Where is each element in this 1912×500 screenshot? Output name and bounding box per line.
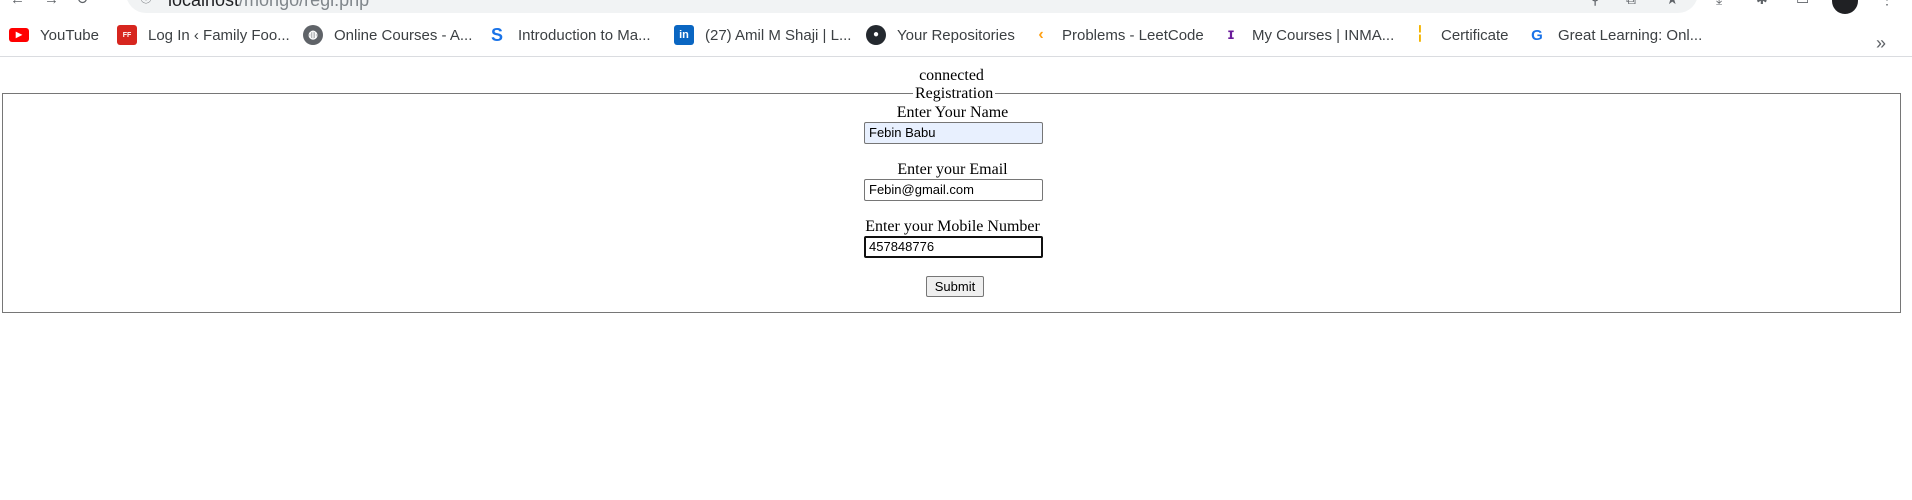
url-text[interactable]: localhost/mongo/regi.php [168, 0, 369, 10]
bookmark-label: Log In ‹ Family Foo... [148, 26, 290, 44]
registration-legend: Registration [913, 85, 996, 103]
bookmark-youtube[interactable]: ▶ YouTube [9, 24, 99, 46]
bookmark-online-courses[interactable]: ◍ Online Courses - A... [303, 24, 472, 46]
page-content: connected Registration Enter Your Name F… [0, 58, 1912, 500]
bookmark-label: YouTube [40, 26, 99, 44]
share-icon[interactable]: ⧉ [1626, 0, 1636, 6]
site-info-icon[interactable]: ⓘ [140, 0, 152, 4]
download-icon[interactable]: ⤓ [1716, 0, 1722, 6]
bar-chart-icon: ╎ [1415, 26, 1425, 43]
star-icon[interactable]: ★ [1666, 0, 1679, 6]
github-icon: ● [866, 25, 886, 45]
bookmark-certificate[interactable]: ╎ Certificate [1410, 24, 1509, 46]
linkedin-icon: in [674, 25, 694, 45]
inmakes-icon: ɪ [1227, 26, 1235, 43]
bookmark-introduction[interactable]: S Introduction to Ma... [487, 24, 651, 46]
s-logo-icon: S [490, 25, 503, 45]
bookmark-label: Introduction to Ma... [518, 26, 651, 44]
bookmark-label: My Courses | INMA... [1252, 26, 1395, 44]
bookmark-label: Online Courses - A... [334, 26, 473, 44]
bookmark-linkedin[interactable]: in (27) Amil M Shaji | L... [674, 24, 851, 46]
bookmark-family-food[interactable]: FF Log In ‹ Family Foo... [117, 24, 290, 46]
name-input[interactable]: Febin Babu [864, 122, 1043, 144]
bookmark-great-learning[interactable]: G Great Learning: Onl... [1527, 24, 1702, 46]
bookmark-label: Great Learning: Onl... [1558, 26, 1703, 44]
mobile-input[interactable]: 457848776 [864, 236, 1043, 258]
forward-arrow-icon[interactable]: → [44, 0, 59, 8]
email-input[interactable]: Febin@gmail.com [864, 179, 1043, 201]
name-label: Enter Your Name [896, 104, 1009, 121]
extensions-icon[interactable]: ✱ [1756, 0, 1768, 6]
reload-icon[interactable]: ↻ [76, 0, 89, 8]
globe-icon: ◍ [303, 25, 323, 45]
bookmark-inmakes[interactable]: ɪ My Courses | INMA... [1221, 24, 1395, 46]
bookmark-leetcode[interactable]: ‹ Problems - LeetCode [1031, 24, 1204, 46]
more-bookmarks-icon[interactable]: » [1876, 34, 1886, 52]
submit-button[interactable]: Submit [926, 276, 984, 297]
email-label: Enter your Email [897, 161, 1008, 178]
great-learning-icon: G [1531, 26, 1543, 44]
menu-kebab-icon[interactable]: ⋮ [1880, 0, 1894, 6]
family-food-icon: FF [117, 25, 137, 45]
bookmarks-bar: ▶ YouTube FF Log In ‹ Family Foo... ◍ On… [0, 14, 1912, 57]
bookmark-label: Problems - LeetCode [1062, 26, 1204, 44]
connection-status: connected [919, 67, 984, 84]
bookmark-label: (27) Amil M Shaji | L... [705, 26, 852, 44]
bookmark-github[interactable]: ● Your Repositories [866, 24, 1015, 46]
youtube-icon: ▶ [9, 28, 29, 42]
bookmark-label: Certificate [1441, 26, 1509, 44]
bookmark-label: Your Repositories [897, 26, 1015, 44]
mobile-label: Enter your Mobile Number [865, 218, 1040, 235]
tab-search-icon[interactable]: ▭ [1796, 0, 1809, 6]
registration-fieldset: Registration Enter Your Name Febin Babu … [2, 85, 1901, 313]
address-bar-area: ← → ↻ ⓘ localhost/mongo/regi.php ⚲ ⧉ ★ ⤓… [0, 0, 1912, 14]
search-icon[interactable]: ⚲ [1590, 0, 1600, 6]
leetcode-icon: ‹ [1038, 26, 1044, 43]
back-arrow-icon[interactable]: ← [10, 0, 25, 8]
profile-avatar[interactable] [1832, 0, 1858, 14]
